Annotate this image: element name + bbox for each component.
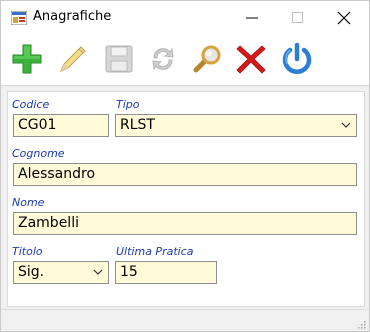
maximize-button[interactable] bbox=[275, 1, 321, 35]
tipo-value: RLST bbox=[120, 117, 155, 133]
cognome-label: Cognome bbox=[12, 147, 65, 160]
delete-button[interactable] bbox=[231, 39, 271, 79]
chevron-down-icon bbox=[93, 269, 103, 275]
search-icon bbox=[193, 45, 221, 73]
tipo-combo[interactable]: RLST bbox=[115, 114, 357, 137]
refresh-icon bbox=[152, 47, 174, 71]
ultima-pratica-field[interactable]: 15 bbox=[115, 261, 217, 284]
edit-icon bbox=[60, 46, 86, 72]
nome-label: Nome bbox=[12, 196, 45, 209]
exit-button[interactable] bbox=[277, 39, 317, 79]
tipo-label: Tipo bbox=[116, 98, 140, 111]
nome-field[interactable]: Zambelli bbox=[13, 212, 357, 235]
window-title: Anagrafiche bbox=[33, 9, 112, 24]
titolo-value: Sig. bbox=[18, 264, 45, 280]
ultima-pratica-label: Ultima Pratica bbox=[116, 245, 194, 258]
refresh-button[interactable] bbox=[143, 39, 183, 79]
toolbar bbox=[1, 35, 369, 86]
search-button[interactable] bbox=[187, 39, 227, 79]
chevron-down-icon bbox=[341, 122, 351, 128]
edit-button[interactable] bbox=[53, 39, 93, 79]
titolo-combo[interactable]: Sig. bbox=[13, 261, 109, 284]
minimize-button[interactable] bbox=[229, 1, 275, 35]
app-icon bbox=[11, 11, 27, 25]
close-icon bbox=[337, 11, 351, 25]
window: Anagrafiche Codice Tipo CG01 RLST Cognom… bbox=[0, 0, 370, 332]
save-icon bbox=[105, 45, 133, 73]
save-button[interactable] bbox=[99, 39, 139, 79]
add-icon bbox=[12, 44, 42, 74]
delete-icon bbox=[236, 45, 266, 74]
status-bar bbox=[1, 309, 369, 331]
power-icon bbox=[282, 42, 312, 74]
add-button[interactable] bbox=[7, 39, 47, 79]
anagrafica-form: Codice Tipo CG01 RLST Cognome Alessandro… bbox=[7, 91, 365, 307]
titolo-label: Titolo bbox=[12, 245, 43, 258]
codice-field[interactable]: CG01 bbox=[13, 114, 109, 137]
title-bar[interactable]: Anagrafiche bbox=[1, 1, 369, 35]
resize-grip-icon[interactable] bbox=[356, 319, 366, 329]
codice-label: Codice bbox=[12, 98, 50, 111]
close-button[interactable] bbox=[321, 1, 367, 35]
maximize-icon bbox=[292, 12, 303, 23]
cognome-field[interactable]: Alessandro bbox=[13, 163, 357, 186]
minimize-icon bbox=[246, 17, 258, 19]
